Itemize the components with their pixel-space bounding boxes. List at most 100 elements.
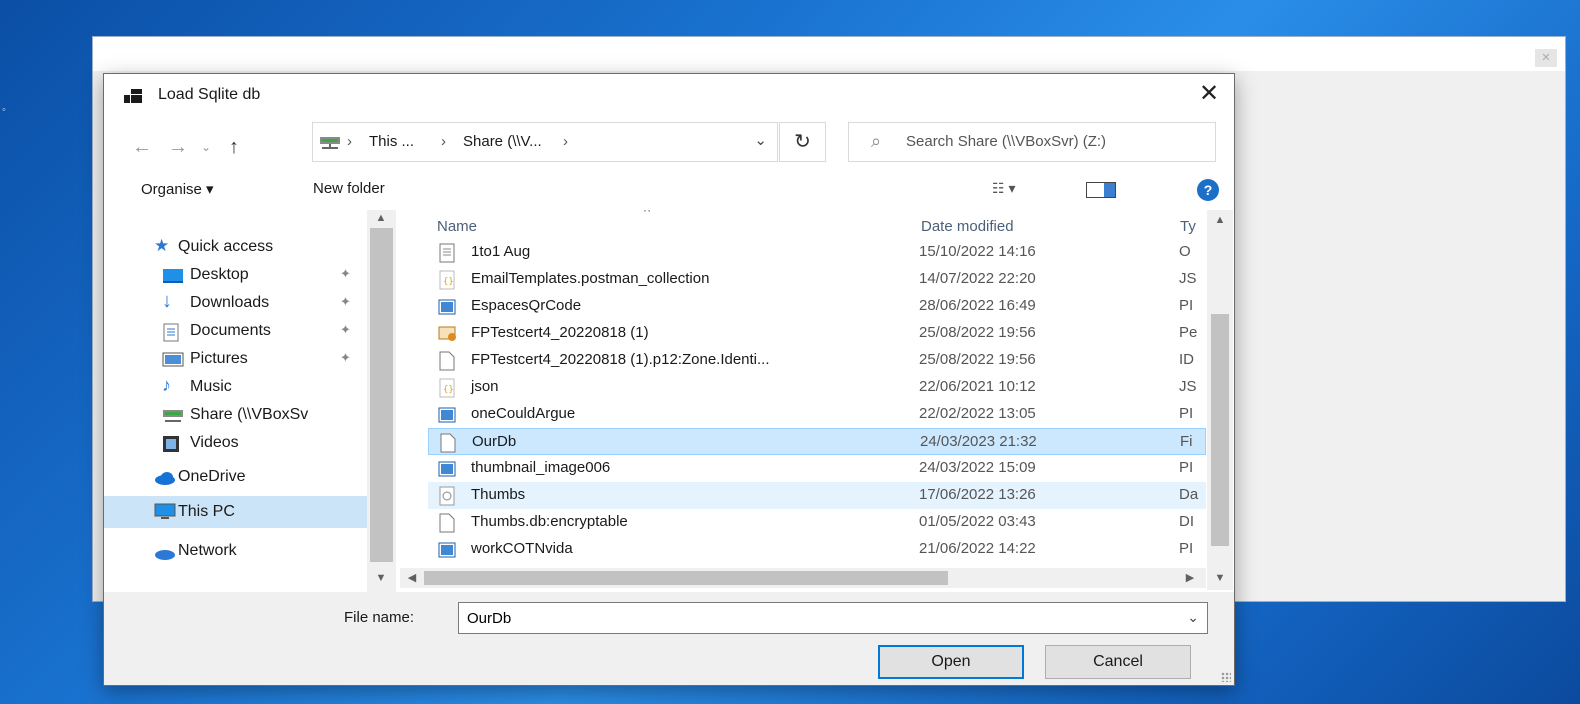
pin-icon[interactable]: ✦ — [340, 350, 351, 366]
refresh-icon[interactable]: ↻ — [779, 122, 826, 162]
scroll-right-icon[interactable]: ▶ — [1180, 571, 1200, 584]
file-date: 14/07/2022 22:20 — [919, 270, 1036, 287]
nav-item-share[interactable]: Share (\\VBoxSv — [104, 402, 367, 430]
new-folder-button[interactable]: New folder — [313, 180, 385, 197]
file-name-combobox[interactable]: ⌄ — [458, 602, 1208, 634]
json-file-icon: {} — [438, 378, 456, 398]
file-name: Thumbs.db:encryptable — [471, 513, 628, 530]
back-arrow-icon[interactable]: ← — [130, 132, 154, 162]
file-date: 24/03/2023 21:32 — [920, 433, 1037, 450]
scroll-up-icon[interactable]: ▲ — [1210, 214, 1230, 226]
pin-icon[interactable]: ✦ — [340, 266, 351, 282]
file-date: 25/08/2022 19:56 — [919, 351, 1036, 368]
blank-file-icon — [438, 351, 456, 371]
computer-icon — [154, 503, 176, 520]
blank-file-icon — [439, 433, 457, 453]
network-icon — [154, 543, 175, 560]
open-button[interactable]: Open — [878, 645, 1024, 679]
nav-label: Pictures — [190, 350, 248, 367]
address-bar[interactable]: › This ... › Share (\\V... › ⌄ — [312, 122, 778, 162]
column-name[interactable]: Name — [437, 218, 477, 235]
file-name: EspacesQrCode — [471, 297, 582, 314]
file-name: json — [471, 378, 499, 395]
recent-locations-chevron-icon[interactable]: ⌄ — [198, 132, 214, 162]
nav-this-pc[interactable]: This PC — [104, 496, 367, 528]
file-row[interactable]: thumbnail_image006 24/03/2022 15:09 PI — [428, 455, 1206, 482]
nav-scroll-thumb[interactable] — [370, 228, 393, 562]
breadcrumb-this-pc[interactable]: This ... — [369, 133, 414, 150]
file-name: OurDb — [472, 433, 517, 450]
close-icon[interactable]: ✕ — [1194, 80, 1224, 110]
nav-item-documents[interactable]: Documents ✦ — [104, 318, 367, 346]
file-row[interactable]: Thumbs.db:encryptable 01/05/2022 03:43 DI — [428, 509, 1206, 536]
search-icon: ⌕ — [871, 131, 882, 151]
file-date: 25/08/2022 19:56 — [919, 324, 1036, 341]
load-dialog: Load Sqlite db ✕ ← → ⌄ ↑ › This ... › Sh… — [103, 73, 1235, 686]
file-row[interactable]: OurDb 24/03/2023 21:32 Fi — [428, 428, 1206, 455]
nav-network[interactable]: Network — [104, 538, 367, 566]
file-name-input[interactable] — [459, 603, 1159, 633]
scroll-left-icon[interactable]: ◀ — [402, 571, 422, 584]
file-date: 24/03/2022 15:09 — [919, 459, 1036, 476]
resize-grip[interactable] — [1221, 672, 1231, 682]
file-date: 17/06/2022 13:26 — [919, 486, 1036, 503]
up-arrow-icon[interactable]: ↑ — [222, 132, 246, 162]
search-box[interactable]: ⌕ Search Share (\\VBoxSvr) (Z:) — [848, 122, 1216, 162]
file-row[interactable]: EspacesQrCode 28/06/2022 16:49 PI — [428, 293, 1206, 320]
file-name: FPTestcert4_20220818 (1).p12:Zone.Identi… — [471, 351, 770, 368]
preview-pane-icon[interactable] — [1086, 182, 1116, 198]
scroll-down-icon[interactable]: ▼ — [1210, 572, 1230, 584]
h-scroll-thumb[interactable] — [424, 571, 948, 585]
file-row[interactable]: Thumbs 17/06/2022 13:26 Da — [428, 482, 1206, 509]
file-date: 21/06/2022 14:22 — [919, 540, 1036, 557]
file-scroll-thumb[interactable] — [1211, 314, 1229, 546]
cancel-button[interactable]: Cancel — [1045, 645, 1191, 679]
organise-button[interactable]: Organise ▾ — [141, 180, 214, 198]
nav-item-videos[interactable]: Videos — [104, 430, 367, 458]
documents-icon — [162, 323, 182, 342]
nav-item-desktop[interactable]: Desktop ✦ — [104, 262, 367, 290]
breadcrumb-share[interactable]: Share (\\V... — [463, 133, 542, 150]
file-name-panel: File name: ⌄ Open Cancel — [104, 592, 1234, 685]
nav-label: Music — [190, 378, 232, 395]
music-icon: ♪ — [162, 375, 171, 395]
file-list-hscroll[interactable]: ◀ ▶ — [400, 568, 1206, 588]
file-row[interactable]: 1to1 Aug 15/10/2022 14:16 O — [428, 239, 1206, 266]
file-row[interactable]: FPTestcert4_20220818 (1).p12:Zone.Identi… — [428, 347, 1206, 374]
nav-label: This PC — [178, 503, 235, 520]
file-row[interactable]: {} json 22/06/2021 10:12 JS — [428, 374, 1206, 401]
view-options-icon[interactable]: ☷ ▾ — [992, 180, 1015, 197]
forward-arrow-icon[interactable]: → — [166, 132, 190, 162]
svg-text:{}: {} — [443, 385, 454, 395]
nav-item-pictures[interactable]: Pictures ✦ — [104, 346, 367, 374]
file-row[interactable]: oneCouldArgue 22/02/2022 13:05 PI — [428, 401, 1206, 428]
nav-item-music[interactable]: ♪ Music — [104, 374, 367, 402]
svg-text:{}: {} — [443, 277, 454, 287]
nav-onedrive[interactable]: OneDrive — [104, 464, 367, 492]
column-date-modified[interactable]: Date modified — [921, 218, 1014, 235]
file-row[interactable]: workCOTNvida 21/06/2022 14:22 PI — [428, 536, 1206, 563]
file-list-vscroll[interactable]: ▲ ▼ — [1207, 210, 1233, 590]
command-bar: Organise ▾ New folder ☷ ▾ ? — [104, 170, 1234, 210]
dialog-titlebar: Load Sqlite db ✕ — [104, 74, 1234, 118]
address-dropdown-chevron-icon[interactable]: ⌄ — [754, 131, 767, 149]
scroll-up-icon[interactable]: ▲ — [371, 212, 391, 224]
text-file-icon — [438, 243, 456, 263]
file-name: workCOTNvida — [471, 540, 573, 557]
column-headers: ^ Name Date modified Ty — [400, 210, 1206, 236]
file-row[interactable]: FPTestcert4_20220818 (1) 25/08/2022 19:56… — [428, 320, 1206, 347]
help-icon[interactable]: ? — [1197, 179, 1219, 201]
chevron-down-icon[interactable]: ⌄ — [1187, 609, 1199, 626]
nav-quick-access[interactable]: ★ Quick access — [104, 234, 367, 262]
background-close-icon[interactable]: ✕ — [1535, 49, 1557, 67]
desktop-edge-icon: ◦ — [2, 104, 6, 116]
nav-item-downloads[interactable]: ↓ Downloads ✦ — [104, 290, 367, 318]
pin-icon[interactable]: ✦ — [340, 294, 351, 310]
nav-label: Downloads — [190, 294, 270, 311]
scroll-down-icon[interactable]: ▼ — [371, 572, 391, 584]
nav-scrollbar[interactable]: ▲ ▼ — [367, 210, 396, 592]
file-row[interactable]: {} EmailTemplates.postman_collection 14/07… — [428, 266, 1206, 293]
pin-icon[interactable]: ✦ — [340, 322, 351, 338]
file-type: O — [1179, 243, 1191, 260]
column-type[interactable]: Ty — [1180, 218, 1196, 235]
